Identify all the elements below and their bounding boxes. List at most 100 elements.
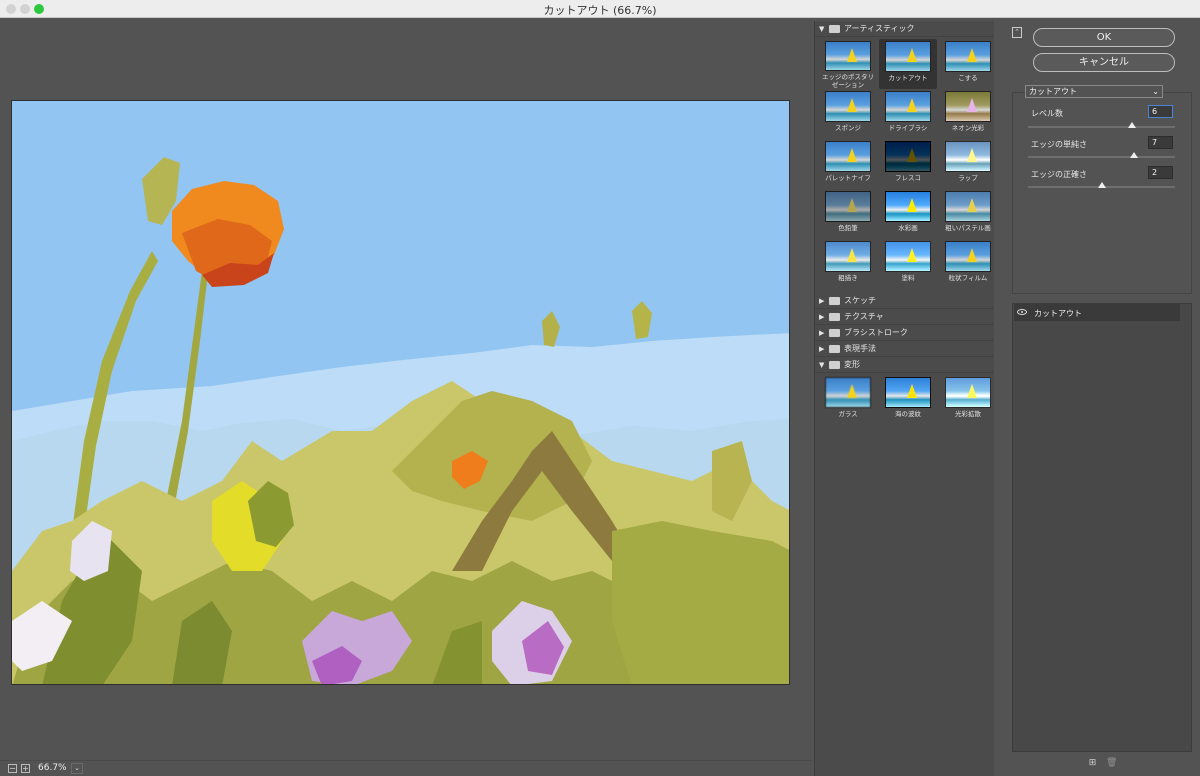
filter-preview <box>825 241 871 272</box>
filter-preview <box>885 41 931 72</box>
chevron-down-icon: ⌄ <box>1152 87 1159 96</box>
expand-triangle-icon: ▼ <box>819 360 825 369</box>
filter-label: 塗料 <box>901 274 915 282</box>
edge-fidelity-label: エッジの正確さ <box>1031 170 1087 179</box>
filter-preview <box>945 41 991 72</box>
effect-layer-name: カットアウト <box>1034 309 1082 318</box>
collapsed-triangle-icon: ▶ <box>819 296 825 305</box>
filter-preview <box>945 91 991 122</box>
filter-preview <box>825 377 871 408</box>
filter-label: エッジのポスタリゼーション <box>822 73 874 89</box>
filter-label: ドライブラシ <box>888 124 928 132</box>
filter-preview <box>825 191 871 222</box>
filter-thumb[interactable]: ドライブラシ <box>879 89 937 139</box>
filter-label: ラップ <box>958 174 978 182</box>
filter-label: 粗描き <box>838 274 858 282</box>
filter-thumb[interactable]: 光彩拡散 <box>939 375 997 425</box>
edge-fidelity-input[interactable]: 2 <box>1148 166 1173 179</box>
filter-preview <box>945 141 991 172</box>
edge-simplicity-slider-knob[interactable] <box>1129 152 1138 158</box>
title-bar: カットアウト (66.7%) <box>0 0 1200 18</box>
filter-thumb[interactable]: ネオン光彩 <box>939 89 997 139</box>
category-label: ブラシストローク <box>844 328 908 337</box>
filter-thumb[interactable]: スポンジ <box>819 89 877 139</box>
folder-icon <box>829 296 840 305</box>
filter-label: パレットナイフ <box>825 174 871 182</box>
filter-thumb[interactable]: 水彩画 <box>879 189 937 239</box>
filter-label: スポンジ <box>835 124 861 132</box>
category-label: アーティスティック <box>844 24 915 33</box>
filter-label: 色鉛筆 <box>838 224 858 232</box>
filter-label: 海の波紋 <box>895 410 921 418</box>
filter-thumb[interactable]: 粗描き <box>819 239 877 289</box>
filter-thumb[interactable]: こする <box>939 39 997 89</box>
edge-simplicity-input[interactable]: 7 <box>1148 136 1173 149</box>
folder-icon <box>829 24 840 33</box>
filter-label: 粗いパステル画 <box>945 224 991 232</box>
filter-thumb[interactable]: 色鉛筆 <box>819 189 877 239</box>
filter-thumb-selected[interactable]: カットアウト <box>879 39 937 89</box>
filter-label: ネオン光彩 <box>951 124 985 132</box>
collapsed-triangle-icon: ▶ <box>819 344 825 353</box>
filter-preview <box>945 241 991 272</box>
filter-thumb[interactable]: ガラス <box>819 375 877 425</box>
filter-preview <box>825 41 871 71</box>
filter-thumb[interactable]: 海の波紋 <box>879 375 937 425</box>
category-brush-strokes[interactable]: ▶ ブラシストローク <box>815 325 994 341</box>
category-stylize[interactable]: ▶ 表現手法 <box>815 341 994 357</box>
filter-thumb[interactable]: 塗料 <box>879 239 937 289</box>
distort-thumbnails: ガラス 海の波紋 光彩拡散 <box>815 373 994 429</box>
category-label: 表現手法 <box>844 344 876 353</box>
folder-icon <box>829 360 840 369</box>
filter-label: ガラス <box>838 410 858 418</box>
collapsed-triangle-icon: ▶ <box>819 312 825 321</box>
filter-gallery: ▼ アーティスティック エッジのポスタリゼーション カットアウト こする スポン… <box>814 21 994 776</box>
collapsed-triangle-icon: ▶ <box>819 328 825 337</box>
levels-slider[interactable] <box>1028 126 1175 128</box>
levels-slider-knob[interactable] <box>1128 122 1137 128</box>
category-sketch[interactable]: ▶ スケッチ <box>815 293 994 309</box>
category-texture[interactable]: ▶ テクスチャ <box>815 309 994 325</box>
filter-preview <box>945 377 991 408</box>
category-label: 変形 <box>844 360 860 369</box>
new-effect-layer-icon[interactable]: ⊞ <box>1088 759 1097 769</box>
filter-preview <box>885 377 931 408</box>
filter-thumb[interactable]: 粗いパステル画 <box>939 189 997 239</box>
expand-triangle-icon: ▼ <box>819 24 825 33</box>
folder-icon <box>829 312 840 321</box>
filter-preview <box>885 141 931 172</box>
filter-select-value: カットアウト <box>1029 87 1077 96</box>
levels-input[interactable]: 6 <box>1148 105 1173 118</box>
filter-label: 光彩拡散 <box>955 410 981 418</box>
category-label: スケッチ <box>844 296 876 305</box>
category-distort[interactable]: ▼ 変形 <box>815 357 994 373</box>
zoom-in-button[interactable]: + <box>21 764 30 773</box>
filter-thumb[interactable]: エッジのポスタリゼーション <box>819 39 877 89</box>
zoom-menu-button[interactable]: ⌄ <box>71 763 83 774</box>
ok-button[interactable]: OK <box>1033 28 1175 47</box>
delete-effect-layer-icon[interactable]: 🗑 <box>1106 759 1117 769</box>
window-title: カットアウト (66.7%) <box>543 4 657 17</box>
filter-thumb[interactable]: フレスコ <box>879 139 937 189</box>
cutout-preview-image <box>12 101 789 684</box>
filter-settings <box>1012 92 1192 294</box>
preview-canvas[interactable] <box>11 100 790 685</box>
filter-label: 粒状フィルム <box>948 274 988 282</box>
filter-thumb[interactable]: 粒状フィルム <box>939 239 997 289</box>
filter-preview <box>885 241 931 272</box>
edge-fidelity-slider-knob[interactable] <box>1097 182 1106 188</box>
filter-thumb[interactable]: ラップ <box>939 139 997 189</box>
filter-label: 水彩画 <box>898 224 918 232</box>
cancel-button[interactable]: キャンセル <box>1033 53 1175 72</box>
edge-simplicity-slider[interactable] <box>1028 156 1175 158</box>
filter-thumb[interactable]: パレットナイフ <box>819 139 877 189</box>
collapse-gallery-button[interactable]: ⌃ <box>1012 27 1022 38</box>
filter-select[interactable]: カットアウト ⌄ <box>1025 85 1163 98</box>
filter-label: フレスコ <box>895 174 921 182</box>
eye-icon[interactable] <box>1017 309 1027 315</box>
zoom-level: 66.7% <box>38 763 67 773</box>
zoom-out-button[interactable]: − <box>8 764 17 773</box>
levels-label: レベル数 <box>1031 109 1063 118</box>
filter-preview <box>885 191 931 222</box>
category-artistic[interactable]: ▼ アーティスティック <box>815 21 994 37</box>
